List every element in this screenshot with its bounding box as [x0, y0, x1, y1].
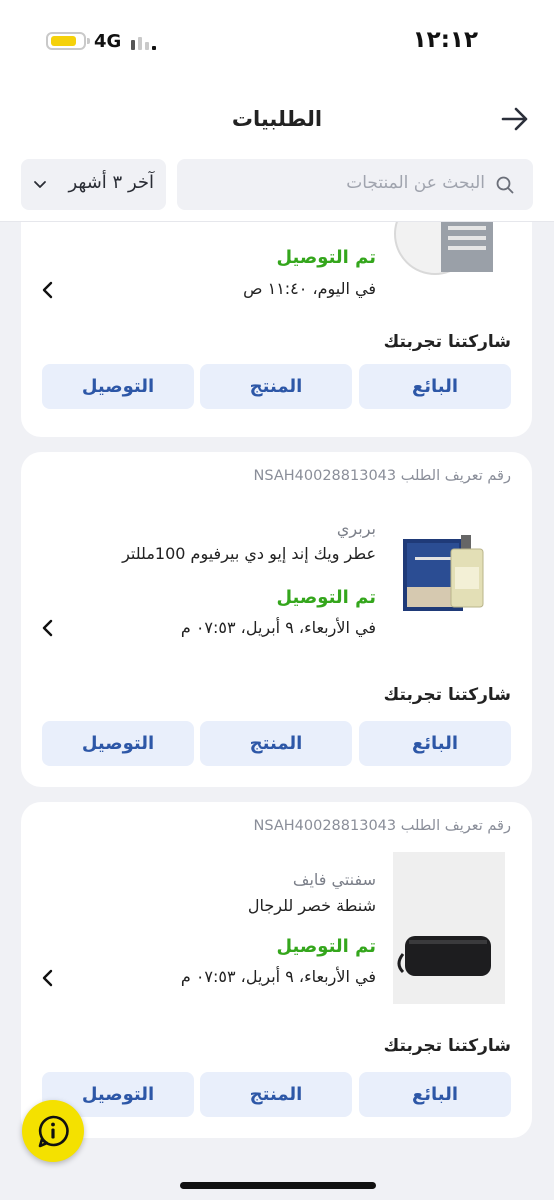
- order-date: في اليوم، ١١:٤٠ ص: [243, 279, 376, 298]
- rate-seller-button[interactable]: البائع: [359, 1072, 511, 1117]
- order-status: تم التوصيل: [276, 936, 376, 957]
- rate-seller-button[interactable]: البائع: [359, 721, 511, 766]
- chevron-left-icon[interactable]: [38, 968, 58, 988]
- home-indicator: [180, 1182, 376, 1189]
- product-image: [393, 527, 505, 622]
- rate-product-button[interactable]: المنتج: [200, 364, 352, 409]
- search-input[interactable]: البحث عن المنتجات: [177, 159, 533, 210]
- order-status: تم التوصيل: [276, 587, 376, 608]
- product-brand: سفنتي فايف: [292, 870, 376, 889]
- rate-seller-button[interactable]: البائع: [359, 364, 511, 409]
- chevron-down-icon: [34, 181, 46, 188]
- share-experience-label: شاركتنا تجربتك: [383, 685, 511, 705]
- order-id: رقم تعريف الطلب NSAH40028813043: [253, 468, 512, 484]
- chevron-left-icon[interactable]: [38, 280, 58, 300]
- date-filter-label: آخر ٣ أشهر: [68, 172, 155, 193]
- signal-icon: [131, 32, 161, 50]
- product-brand: بربري: [336, 519, 376, 538]
- product-name: شنطة خصر للرجال: [247, 896, 376, 915]
- order-date: في الأربعاء، ٩ أبريل، ٠٧:٥٣ م: [180, 967, 376, 986]
- orders-list[interactable]: تم التوصيل في اليوم، ١١:٤٠ ص شاركتنا تجر…: [0, 222, 554, 1200]
- status-time: ١٢:١٢: [412, 27, 478, 53]
- share-experience-label: شاركتنا تجربتك: [383, 1036, 511, 1056]
- info-icon: [38, 1115, 69, 1148]
- date-filter-select[interactable]: آخر ٣ أشهر: [21, 159, 166, 210]
- order-card[interactable]: رقم تعريف الطلب NSAH40028813043 سفنتي فا…: [21, 802, 532, 1138]
- order-status: تم التوصيل: [276, 247, 376, 268]
- rate-product-button[interactable]: المنتج: [200, 721, 352, 766]
- battery-icon: [46, 32, 90, 50]
- order-card[interactable]: رقم تعريف الطلب NSAH40028813043 بربري عط…: [21, 452, 532, 787]
- order-date: في الأربعاء، ٩ أبريل، ٠٧:٥٣ م: [180, 618, 376, 637]
- page-title: الطلبيات: [231, 107, 323, 131]
- chevron-left-icon[interactable]: [38, 618, 58, 638]
- status-bar: 4G ١٢:١٢: [0, 0, 554, 80]
- back-button[interactable]: [496, 100, 534, 138]
- header: الطلبيات البحث عن المنتجات آخر ٣ أشهر: [0, 80, 554, 222]
- search-placeholder: البحث عن المنتجات: [346, 173, 485, 193]
- product-name: عطر ويك إند إيو دي بيرفيوم 100مللتر: [122, 544, 376, 563]
- product-image: [394, 222, 493, 275]
- search-icon: [496, 176, 514, 194]
- order-id: رقم تعريف الطلب NSAH40028813043: [253, 818, 512, 834]
- product-image: [393, 852, 505, 1004]
- network-type: 4G: [94, 31, 122, 52]
- rate-delivery-button[interactable]: التوصيل: [42, 364, 194, 409]
- rate-product-button[interactable]: المنتج: [200, 1072, 352, 1117]
- order-card[interactable]: تم التوصيل في اليوم، ١١:٤٠ ص شاركتنا تجر…: [21, 222, 532, 437]
- help-button[interactable]: [22, 1100, 84, 1162]
- share-experience-label: شاركتنا تجربتك: [383, 332, 511, 352]
- rate-delivery-button[interactable]: التوصيل: [42, 721, 194, 766]
- arrow-right-icon: [501, 107, 528, 131]
